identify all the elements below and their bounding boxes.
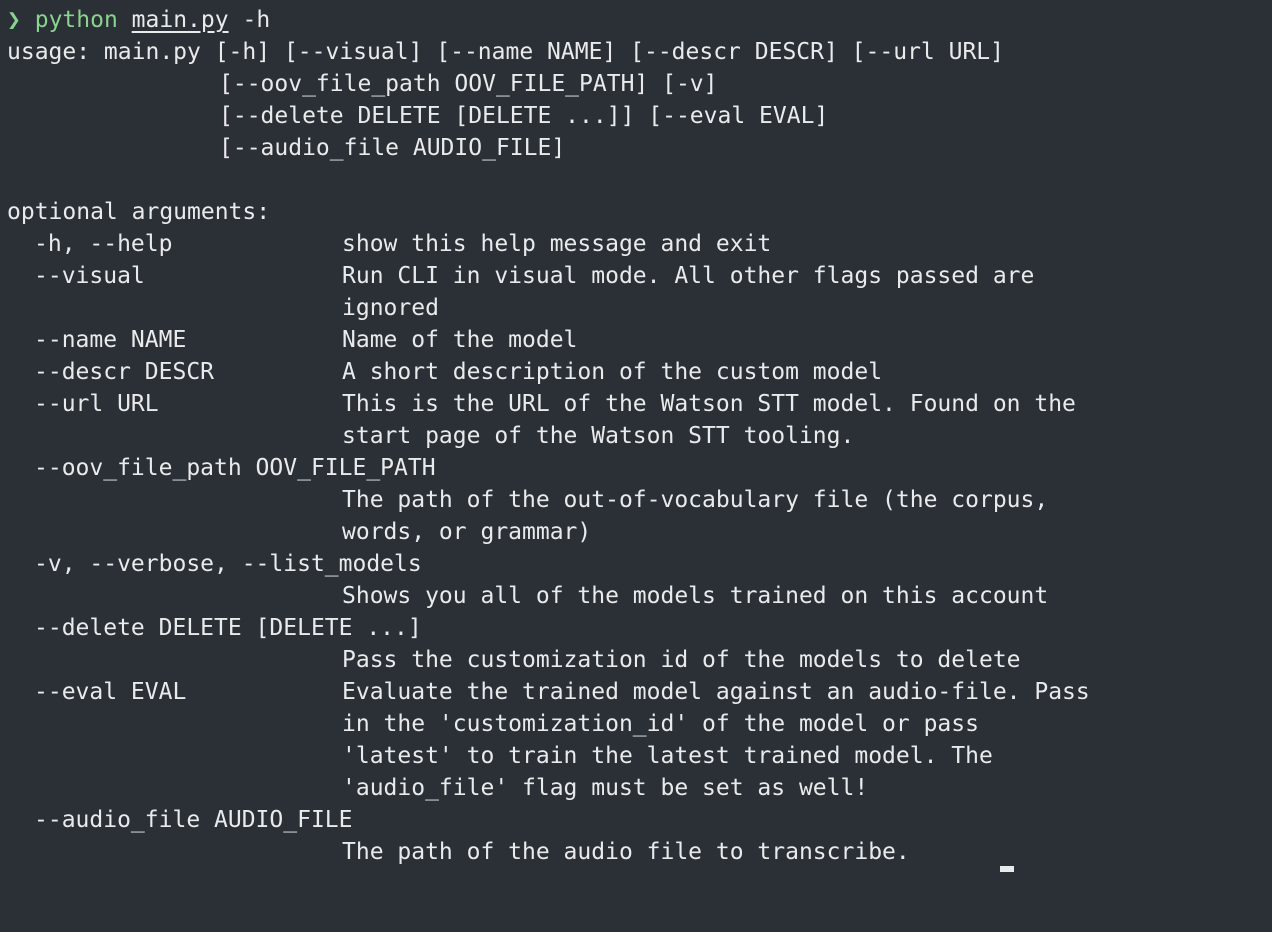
- option-flag: --name NAME: [34, 327, 187, 353]
- option-flag: -h, --help: [34, 231, 173, 257]
- option-description: Name of the model: [342, 327, 578, 353]
- option-description: This is the URL of the Watson STT model.…: [342, 391, 1076, 417]
- option-row-continuation: Pass the customization id of the models …: [7, 644, 1267, 676]
- option-flag: --oov_file_path OOV_FILE_PATH: [34, 455, 436, 481]
- section-title: optional arguments:: [7, 199, 271, 225]
- option-row: --audio_file AUDIO_FILE: [7, 804, 1267, 836]
- option-row: -v, --verbose, --list_models: [7, 548, 1267, 580]
- option-row: --eval EVAL Evaluate the trained model a…: [7, 676, 1267, 708]
- usage-line: [--audio_file AUDIO_FILE]: [219, 135, 566, 161]
- option-flag: -v, --verbose, --list_models: [34, 551, 422, 577]
- option-row: --oov_file_path OOV_FILE_PATH: [7, 452, 1267, 484]
- option-description: The path of the audio file to transcribe…: [342, 839, 910, 865]
- option-row-continuation: The path of the audio file to transcribe…: [7, 836, 1267, 868]
- option-description: Run CLI in visual mode. All other flags …: [342, 263, 1035, 289]
- option-flag: --delete DELETE [DELETE ...]: [34, 615, 422, 641]
- option-description: Evaluate the trained model against an au…: [342, 679, 1090, 705]
- usage-line: usage: main.py [-h] [--visual] [--name N…: [7, 39, 1004, 65]
- option-row-continuation: 'audio_file' flag must be set as well!: [7, 772, 1267, 804]
- option-description: words, or grammar): [342, 519, 592, 545]
- option-row: --name NAME Name of the model: [7, 324, 1267, 356]
- option-row: --delete DELETE [DELETE ...]: [7, 612, 1267, 644]
- option-description: Pass the customization id of the models …: [342, 647, 1021, 673]
- option-description: in the 'customization_id' of the model o…: [342, 711, 979, 737]
- option-description: 'audio_file' flag must be set as well!: [342, 775, 869, 801]
- command-flag: -h: [242, 7, 271, 33]
- option-flag: --eval EVAL: [34, 679, 187, 705]
- option-row-continuation: in the 'customization_id' of the model o…: [7, 708, 1267, 740]
- prompt-arrow-icon: ❯: [7, 7, 21, 33]
- option-description: start page of the Watson STT tooling.: [342, 423, 855, 449]
- option-description: 'latest' to train the latest trained mod…: [342, 743, 993, 769]
- option-description: Shows you all of the models trained on t…: [342, 583, 1049, 609]
- option-row-continuation: 'latest' to train the latest trained mod…: [7, 740, 1267, 772]
- option-flag: --url URL: [34, 391, 159, 417]
- option-row: --descr DESCR A short description of the…: [7, 356, 1267, 388]
- option-flag: --descr DESCR: [34, 359, 215, 385]
- option-row: -h, --help show this help message and ex…: [7, 228, 1267, 260]
- prompt-line: ❯ python main.py -h: [7, 4, 1267, 36]
- command-file: main.py: [131, 7, 229, 33]
- option-row-continuation: The path of the out-of-vocabulary file (…: [7, 484, 1267, 516]
- option-row-continuation: Shows you all of the models trained on t…: [7, 580, 1267, 612]
- option-row-continuation: start page of the Watson STT tooling.: [7, 420, 1267, 452]
- option-description: show this help message and exit: [342, 231, 772, 257]
- option-row: --visual Run CLI in visual mode. All oth…: [7, 260, 1267, 292]
- option-description: A short description of the custom model: [342, 359, 883, 385]
- option-flag: --audio_file AUDIO_FILE: [34, 807, 353, 833]
- option-description: ignored: [342, 295, 439, 321]
- option-row-continuation: ignored: [7, 292, 1267, 324]
- option-flag: --visual: [34, 263, 145, 289]
- option-row: --url URL This is the URL of the Watson …: [7, 388, 1267, 420]
- terminal-cursor: [1000, 866, 1014, 872]
- option-description: The path of the out-of-vocabulary file (…: [342, 487, 1049, 513]
- usage-line: [--oov_file_path OOV_FILE_PATH] [-v]: [219, 71, 718, 97]
- usage-line: [--delete DELETE [DELETE ...]] [--eval E…: [219, 103, 829, 129]
- terminal-output[interactable]: ❯ python main.py -h usage: main.py [-h] …: [7, 4, 1267, 868]
- option-row-continuation: words, or grammar): [7, 516, 1267, 548]
- command-name: python: [34, 7, 118, 33]
